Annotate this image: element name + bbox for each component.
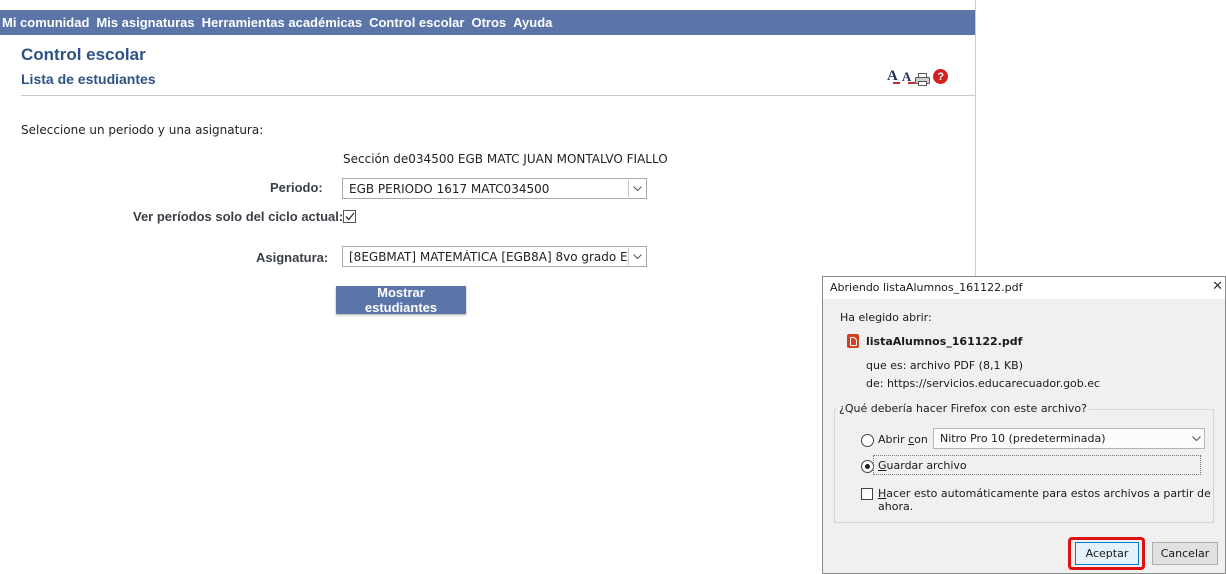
ciclo-checkbox[interactable]	[343, 210, 356, 223]
section-label: Sección de034500 EGB MATC JUAN MONTALVO …	[343, 152, 668, 166]
dialog-file-type: que es: archivo PDF (8,1 KB)	[866, 359, 1024, 372]
nav-item-mis-asignaturas[interactable]: Mis asignaturas	[96, 15, 194, 30]
open-with-app-select[interactable]: Nitro Pro 10 (predeterminada)	[933, 428, 1205, 449]
asignatura-select[interactable]: [8EGBMAT] MATEMÁTICA [EGB8A] 8vo grado E…	[342, 246, 647, 267]
ok-button[interactable]: Aceptar	[1075, 542, 1139, 565]
asignatura-value: [8EGBMAT] MATEMÁTICA [EGB8A] 8vo grado E…	[349, 249, 628, 264]
download-dialog: Abriendo listaAlumnos_161122.pdf ✕ Ha el…	[822, 276, 1226, 574]
checkmark-icon	[345, 212, 355, 221]
nav-item-ayuda[interactable]: Ayuda	[513, 15, 552, 30]
auto-do-label[interactable]: Hacer esto automáticamente para estos ar…	[878, 487, 1225, 513]
asignatura-label: Asignatura:	[256, 250, 329, 265]
open-with-radio[interactable]	[861, 434, 874, 447]
chevron-down-icon	[628, 248, 645, 265]
top-nav: Mi comunidad Mis asignaturas Herramienta…	[0, 10, 975, 35]
page-title: Control escolar	[21, 45, 146, 64]
nav-item-control-escolar[interactable]: Control escolar	[369, 15, 464, 30]
auto-do-checkbox[interactable]	[861, 488, 873, 500]
nav-item-mi-comunidad[interactable]: Mi comunidad	[2, 15, 89, 30]
close-icon[interactable]: ✕	[1212, 279, 1223, 294]
print-icon[interactable]	[915, 71, 931, 86]
show-students-button[interactable]: Mostrar estudiantes	[336, 285, 466, 315]
dialog-filename: listaAlumnos_161122.pdf	[866, 335, 1023, 348]
form-instruction: Seleccione un periodo y una asignatura:	[21, 123, 264, 137]
dialog-file-source: de: https://servicios.educarecuador.gob.…	[866, 377, 1101, 390]
dialog-chosen-text: Ha elegido abrir:	[840, 311, 932, 324]
chevron-down-icon	[1188, 435, 1204, 442]
cancel-button[interactable]: Cancelar	[1152, 542, 1218, 565]
title-divider	[21, 95, 975, 96]
periodo-label: Periodo:	[270, 180, 323, 195]
help-icon[interactable]: ?	[933, 69, 949, 84]
dialog-titlebar[interactable]: Abriendo listaAlumnos_161122.pdf ✕	[823, 277, 1225, 299]
periodo-select[interactable]: EGB PERIODO 1617 MATC034500	[342, 178, 647, 199]
save-file-label[interactable]: Guardar archivo	[878, 459, 967, 472]
dialog-title: Abriendo listaAlumnos_161122.pdf	[830, 281, 1023, 294]
ciclo-label: Ver períodos solo del ciclo actual:	[133, 209, 344, 224]
open-with-app-value: Nitro Pro 10 (predeterminada)	[940, 432, 1106, 445]
open-with-label[interactable]: Abrir con	[878, 433, 928, 446]
chevron-down-icon	[628, 180, 645, 197]
nav-item-herramientas[interactable]: Herramientas académicas	[202, 15, 362, 30]
periodo-value: EGB PERIODO 1617 MATC034500	[349, 181, 550, 196]
font-decrease-icon[interactable]: A	[902, 69, 916, 85]
action-question: ¿Qué debería hacer Firefox con este arch…	[837, 402, 1089, 415]
page-subtitle: Lista de estudiantes	[21, 71, 156, 87]
nav-item-otros[interactable]: Otros	[471, 15, 506, 30]
page-tools: A A ?	[887, 68, 949, 86]
pdf-file-icon	[847, 334, 859, 348]
font-increase-icon[interactable]: A	[887, 68, 900, 85]
